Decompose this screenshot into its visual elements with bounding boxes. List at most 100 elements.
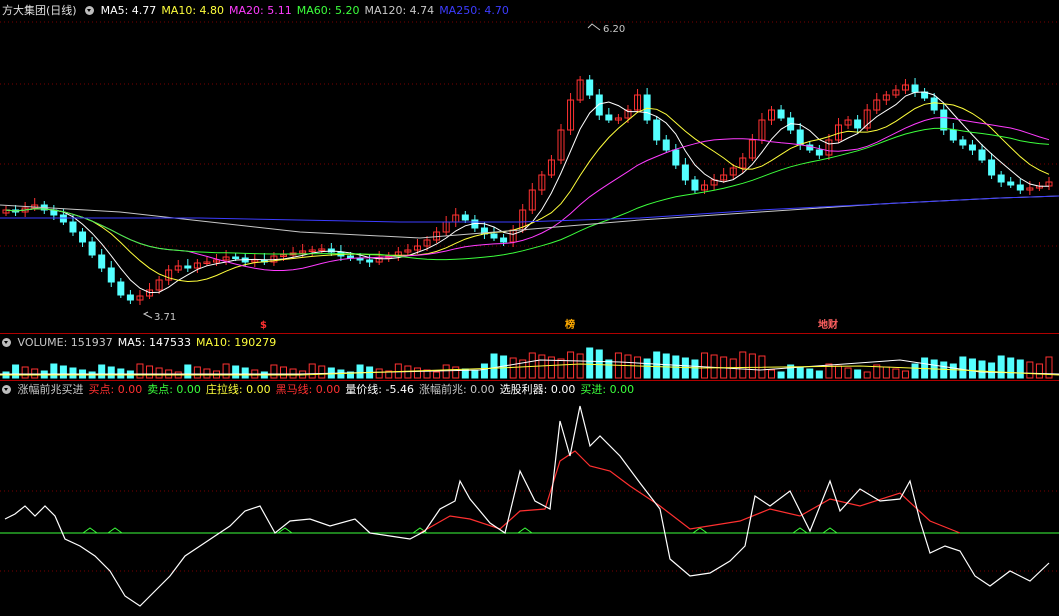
event-marker-dollar[interactable]: $ (260, 320, 267, 332)
candle-body (117, 281, 125, 296)
candle-body (988, 159, 996, 176)
volume-bar (691, 359, 699, 379)
ma5-line (5, 91, 1049, 294)
candle-body (777, 109, 785, 119)
volume-bar (576, 353, 584, 379)
volume-bar (834, 365, 842, 379)
volume-bar (50, 363, 58, 379)
volume-bar (643, 358, 651, 379)
candle-body (796, 129, 804, 146)
candle-body (366, 259, 374, 263)
volume-bar (270, 364, 278, 379)
volume-bar (107, 366, 115, 379)
volume-bar (12, 364, 20, 379)
volume-bar (653, 351, 661, 379)
candle-body (232, 256, 240, 259)
volume-bar (241, 367, 249, 379)
candle-body (69, 221, 77, 233)
volume-bar (69, 367, 77, 379)
volume-bar (863, 371, 871, 379)
volume-bar (193, 366, 201, 379)
volume-bar (854, 369, 862, 379)
volume-bar (452, 366, 460, 379)
volume-bar (748, 353, 756, 379)
volume-price-line (4, 405, 1050, 607)
candle-body (595, 94, 603, 116)
candle-body (88, 241, 96, 256)
volume-chart[interactable] (0, 334, 1059, 380)
candle-body (98, 254, 106, 269)
volume-bar (528, 352, 536, 379)
volume-bar (739, 351, 747, 379)
candle-body (949, 129, 957, 141)
candle-body (643, 94, 651, 121)
candle-body (672, 149, 680, 166)
ma60-line (5, 127, 1050, 261)
sell-point-marker (822, 527, 838, 534)
volume-bar (318, 365, 326, 379)
volume-bar (375, 368, 383, 379)
volume-bar (844, 367, 852, 379)
volume-bar (949, 363, 957, 379)
volume-bar (222, 363, 230, 379)
price-panel[interactable]: 方大集团(日线) MA5: 4.77 MA10: 4.80 MA20: 5.11 MA… (0, 0, 1059, 332)
event-marker-rank[interactable]: 榜 (565, 320, 575, 332)
volume-bar (968, 358, 976, 379)
candle-body (184, 265, 192, 269)
volume-bar (777, 371, 785, 379)
volume-bar (471, 370, 479, 379)
volume-bar (634, 356, 642, 379)
volume-bar (442, 364, 450, 379)
volume-bar (146, 365, 154, 379)
volume-bar (978, 360, 986, 379)
volume-bar (1035, 363, 1043, 379)
candle-body (346, 255, 354, 259)
volume-bar (940, 361, 948, 379)
high-pointer (587, 23, 601, 31)
event-marker-finance[interactable]: 地财 (818, 320, 838, 332)
candle-body (461, 214, 469, 221)
low-pointer (142, 311, 153, 319)
volume-bar (509, 357, 517, 379)
volume-bar (433, 371, 441, 379)
candle-body (854, 119, 862, 129)
ma10-line (5, 102, 1050, 283)
volume-bar (98, 364, 106, 379)
volume-bar (806, 368, 814, 379)
candle-body (586, 79, 594, 96)
candle-body (1007, 181, 1015, 186)
candlestick-chart[interactable] (0, 0, 1059, 332)
volume-panel[interactable]: VOLUME: 151937 MA5: 147533 MA10: 190279 (0, 334, 1059, 380)
candle-body (107, 267, 115, 283)
candle-body (1016, 184, 1024, 191)
volume-bar (500, 355, 508, 379)
sell-point-marker (107, 527, 123, 534)
volume-bar (1016, 359, 1024, 379)
candle-body (500, 237, 508, 243)
volume-bar (815, 370, 823, 379)
indicator-panel[interactable]: 涨幅前兆买进 买点: 0.00 卖点: 0.00 庄拉线: 0.00 黑马线: 0.00… (0, 381, 1059, 616)
volume-bar (59, 365, 67, 379)
volume-bar (796, 366, 804, 379)
candle-body (605, 114, 613, 121)
sell-point-marker (82, 527, 98, 534)
ma20-line (5, 116, 1050, 271)
low-price-label: 3.71 (154, 312, 177, 323)
indicator-chart[interactable] (0, 381, 1059, 616)
candle-body (930, 97, 938, 111)
volume-bar (586, 347, 594, 379)
candle-body (662, 139, 670, 151)
volume-bar (480, 363, 488, 379)
candle-body (691, 179, 699, 191)
volume-bar (997, 355, 1005, 379)
sell-point-marker (792, 527, 808, 534)
volume-bar (988, 362, 996, 379)
volume-bar (710, 354, 718, 379)
candle-body (490, 233, 498, 239)
volume-bar (136, 363, 144, 379)
volume-bar (662, 353, 670, 379)
volume-bar (490, 353, 498, 379)
volume-bar (768, 369, 776, 379)
volume-bar (1026, 361, 1034, 379)
candle-body (815, 149, 823, 156)
